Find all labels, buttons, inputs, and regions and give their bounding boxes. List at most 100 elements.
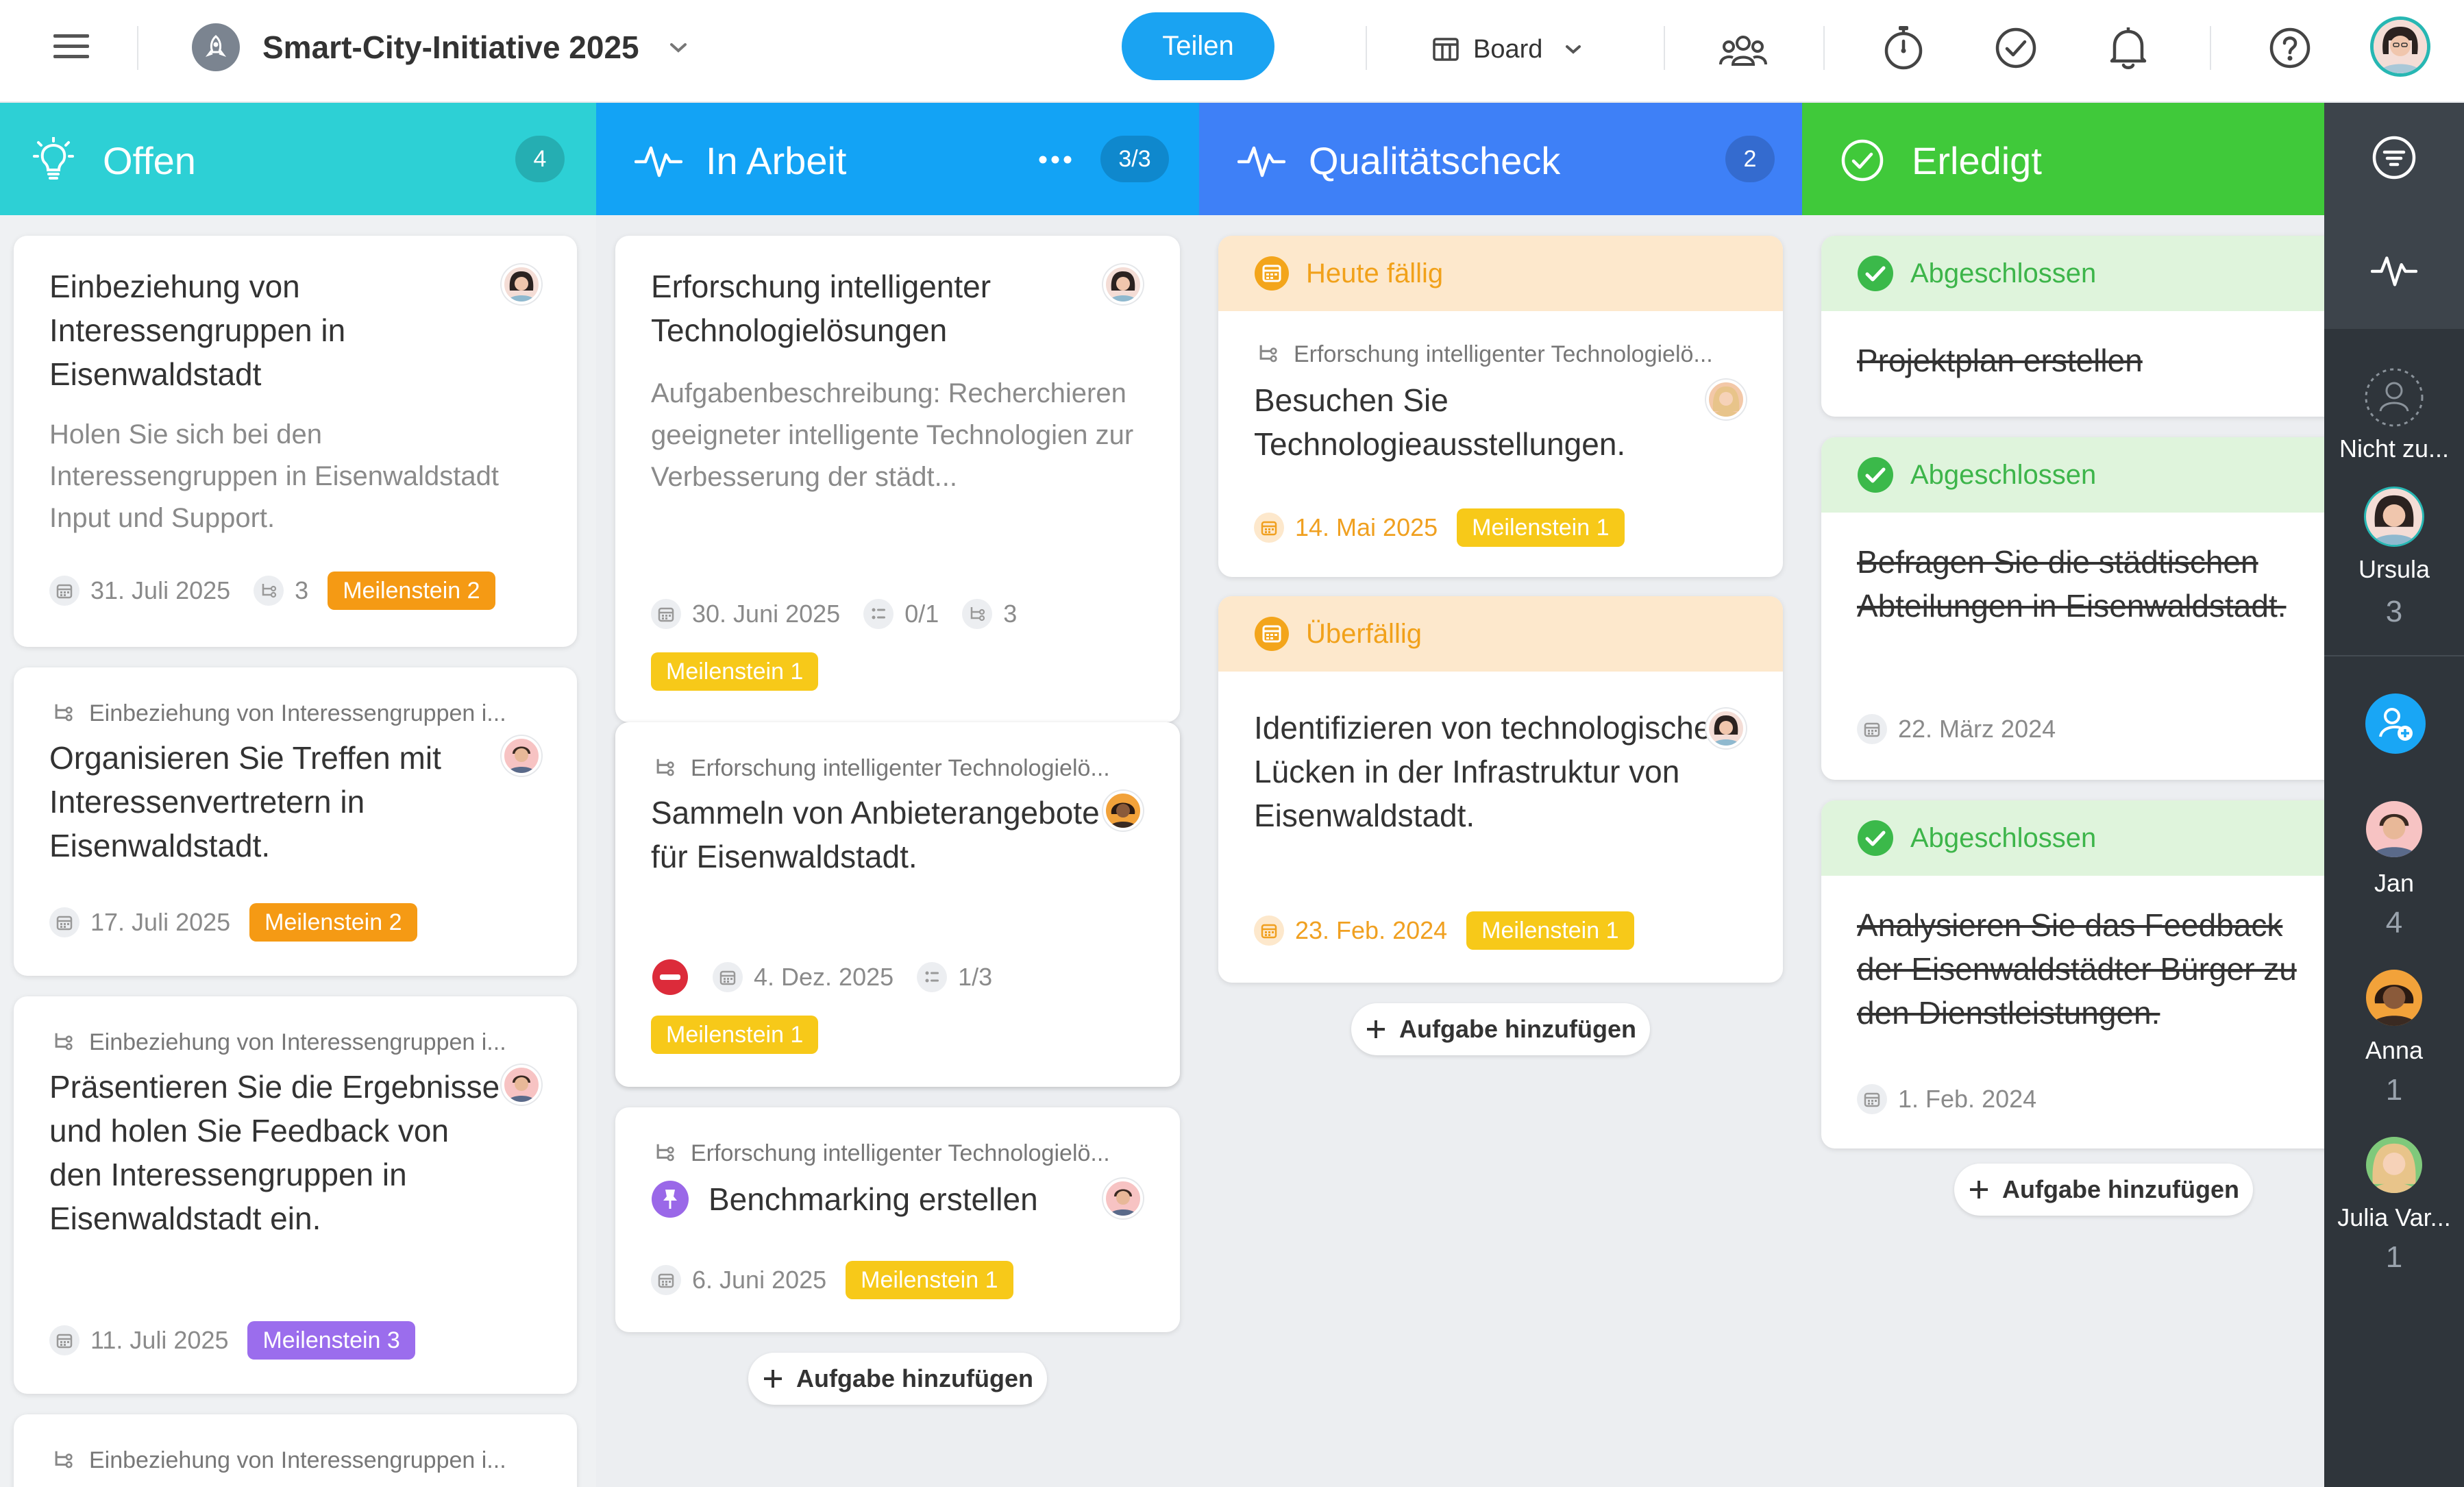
task-card[interactable]: Einbeziehung von Interessengruppen i... … [14,667,577,976]
task-title: Präsentieren Sie die Ergebnisse und hole… [49,1069,500,1236]
column-erledigt: Abgeschlossen Projektplan erstellen Abge… [1802,215,2324,1487]
timer-icon[interactable] [1877,22,1930,74]
parent-task-link[interactable]: Erforschung intelligenter Technologielö.… [1294,341,1760,368]
assignee-avatar[interactable] [502,265,541,304]
add-task-label: Aufgabe hinzufügen [2002,1175,2239,1203]
task-card[interactable]: Abgeschlossen Analysieren Sie das Feedba… [1821,800,2324,1148]
task-title: Analysieren Sie das Feedback der Eisenwa… [1857,907,2297,1031]
milestone-badge[interactable]: Meilenstein 3 [247,1321,415,1360]
parent-task-link[interactable]: Erforschung intelligenter Technologielö.… [691,1140,1157,1167]
activity-icon[interactable] [2370,249,2418,294]
task-meta: 11. Juli 2025 Meilenstein 3 [49,1321,415,1360]
milestone-badge[interactable]: Meilenstein 1 [651,1016,819,1054]
status-label: Abgeschlossen [1910,459,2097,490]
milestone-badge[interactable]: Meilenstein 1 [1457,508,1625,547]
milestone-badge[interactable]: Meilenstein 2 [249,903,417,942]
task-card[interactable]: Abgeschlossen Befragen Sie die städtisch… [1821,437,2324,780]
task-meta: 30. Juni 2025 0/1 3 [651,595,1017,633]
parent-task-link[interactable]: Erforschung intelligenter Technologielö.… [691,755,1157,782]
bell-icon[interactable] [2102,22,2154,74]
task-card[interactable]: Erforschung intelligenter Technologielö.… [615,722,1180,1087]
assignee-avatar[interactable] [1103,265,1143,304]
column-title: Qualitätscheck [1309,139,1561,182]
view-label: Board [1473,34,1543,64]
plus-icon [762,1368,784,1390]
add-person-icon[interactable] [2365,693,2426,757]
check-circle-icon [1857,820,1894,857]
activity-icon [1237,140,1286,184]
milestone-badge[interactable]: Meilenstein 1 [1466,911,1634,950]
parent-task-link[interactable]: Einbeziehung von Interessengruppen i... [89,700,548,727]
assignee-avatar[interactable] [1103,791,1143,831]
status-label: Überfällig [1306,618,1422,649]
help-icon[interactable] [2264,22,2316,74]
task-title: Benchmarking erstellen [709,1181,1038,1217]
person-avatar[interactable] [2364,968,2424,1028]
project-title[interactable]: Smart-City-Initiative 2025 [262,29,639,66]
column-title: Erledigt [1912,139,2042,182]
person-avatar[interactable] [2364,487,2424,547]
milestone-badge[interactable]: Meilenstein 1 [846,1261,1013,1299]
milestone-badge[interactable]: Meilenstein 2 [328,572,495,610]
parent-task-link[interactable]: Einbeziehung von Interessengruppen i... [89,1029,548,1056]
view-selector[interactable]: Board [1432,27,1582,71]
task-card[interactable]: Abgeschlossen Projektplan erstellen [1821,236,2324,417]
status-banner: Abgeschlossen [1821,437,2324,513]
task-card[interactable]: Einbeziehung von Interessengruppen in Ei… [14,236,577,647]
menu-icon[interactable] [52,27,90,66]
calendar-due-icon [1254,616,1290,652]
column-header-erledigt: Erledigt [1802,103,2324,215]
task-card[interactable]: Erforschung intelligenter Technologielö.… [615,1107,1180,1332]
task-meta: 31. Juli 2025 3 Meilenstein 2 [49,572,495,610]
task-title: Sammeln von Anbieterangebote für Eisenwa… [651,795,1100,874]
blocked-icon [651,958,689,996]
add-task-button[interactable]: Aufgabe hinzufügen [1954,1164,2253,1216]
more-options-icon[interactable] [1039,155,1072,167]
task-card[interactable]: Erforschung intelligenter Technologielös… [615,236,1180,722]
check-circle-icon[interactable] [1990,22,2042,74]
filter-icon[interactable] [2371,134,2417,184]
task-card[interactable]: Heute fällig Erforschung intelligenter T… [1218,236,1783,577]
due-date: 4. Dez. 2025 [754,963,894,991]
status-banner: Abgeschlossen [1821,236,2324,311]
unassigned-icon[interactable] [2364,367,2424,431]
person-name: Ursula [2358,555,2430,583]
task-meta: 4. Dez. 2025 1/3 [651,958,992,996]
team-icon[interactable] [1717,25,1769,77]
assignee-avatar[interactable] [1103,1179,1143,1218]
status-banner: Überfällig [1218,596,1783,672]
subtask-count: 3 [1003,600,1018,628]
parent-task-icon [654,757,676,782]
task-card[interactable]: Einbeziehung von Interessengruppen i... … [14,996,577,1394]
person-name: Anna [2365,1036,2424,1064]
share-button[interactable]: Teilen [1122,12,1274,80]
unassigned-label[interactable]: Nicht zu... [2324,434,2464,463]
checklist-icon [863,599,894,629]
status-banner: Heute fällig [1218,236,1783,311]
chevron-down-icon[interactable] [665,34,692,62]
due-date: 11. Juli 2025 [90,1326,229,1354]
subtask-count: 3 [295,576,309,604]
column-qualitaetscheck: Heute fällig Erforschung intelligenter T… [1199,215,1802,1487]
task-card[interactable]: Überfällig Identifizieren von technologi… [1218,596,1783,983]
assignee-avatar[interactable] [1706,380,1746,419]
task-card[interactable]: Einbeziehung von Interessengruppen i... [14,1414,577,1487]
assignee-avatar[interactable] [1706,709,1746,748]
pin-icon [651,1180,689,1222]
add-task-button[interactable]: Aufgabe hinzufügen [748,1353,1047,1405]
add-task-button[interactable]: Aufgabe hinzufügen [1351,1003,1650,1055]
person-avatar[interactable] [2364,1135,2424,1195]
task-meta: 14. Mai 2025 Meilenstein 1 [1254,508,1625,547]
top-bar: Smart-City-Initiative 2025 Teilen Board [0,0,2464,103]
task-description: Holen Sie sich bei den Interessengruppen… [49,419,499,533]
person-avatar[interactable] [2364,799,2424,859]
assignee-avatar[interactable] [502,1065,541,1105]
parent-task-link[interactable]: Einbeziehung von Interessengruppen i... [89,1447,548,1474]
person-name: Jan [2374,869,2415,897]
assignee-avatar[interactable] [502,736,541,776]
user-avatar[interactable] [2370,16,2430,77]
column-count: 2 [1725,136,1775,182]
app-window: { "header": { "project_title": "Smart-Ci… [0,0,2464,1487]
rail-divider [2324,655,2464,656]
milestone-badge[interactable]: Meilenstein 1 [651,652,819,691]
